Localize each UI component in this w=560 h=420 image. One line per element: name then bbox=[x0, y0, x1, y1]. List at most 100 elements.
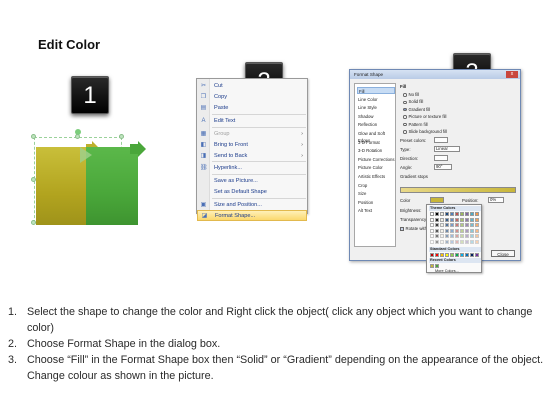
theme-color-swatch[interactable] bbox=[465, 239, 469, 244]
theme-color-swatch[interactable] bbox=[450, 212, 454, 216]
close-button[interactable]: Close bbox=[491, 250, 515, 257]
theme-color-swatch[interactable] bbox=[445, 234, 449, 238]
category-item-picture-corrections[interactable]: Picture Corrections bbox=[357, 156, 395, 163]
resize-handle[interactable] bbox=[119, 134, 124, 139]
theme-color-swatch[interactable] bbox=[455, 239, 459, 244]
theme-color-swatch[interactable] bbox=[445, 212, 449, 216]
theme-color-swatch[interactable] bbox=[430, 223, 434, 227]
category-item-crop[interactable]: Crop bbox=[357, 182, 395, 189]
theme-color-swatch[interactable] bbox=[440, 223, 444, 227]
theme-color-swatch[interactable] bbox=[455, 228, 459, 233]
theme-color-swatch[interactable] bbox=[470, 223, 474, 227]
theme-color-swatch[interactable] bbox=[450, 217, 454, 222]
theme-color-swatch[interactable] bbox=[475, 239, 479, 244]
category-item-fill[interactable]: Fill bbox=[357, 87, 395, 94]
category-item-glow-and-soft-edges[interactable]: Glow and Soft Edges bbox=[357, 130, 395, 143]
theme-color-swatch[interactable] bbox=[440, 239, 444, 244]
standard-color-swatch[interactable] bbox=[465, 253, 469, 257]
theme-color-swatch[interactable] bbox=[430, 239, 434, 244]
standard-color-swatch[interactable] bbox=[455, 253, 459, 257]
category-item-line-color[interactable]: Line Color bbox=[357, 96, 395, 103]
theme-color-swatch[interactable] bbox=[440, 234, 444, 238]
theme-color-swatch[interactable] bbox=[450, 234, 454, 238]
theme-color-swatch[interactable] bbox=[460, 228, 464, 233]
fill-option-gradient-fill[interactable]: Gradient fill bbox=[403, 106, 430, 113]
theme-color-swatch[interactable] bbox=[455, 217, 459, 222]
theme-color-swatch[interactable] bbox=[440, 228, 444, 233]
theme-color-swatch[interactable] bbox=[435, 212, 439, 216]
menu-item-edit-text[interactable]: A Edit Text bbox=[197, 116, 307, 127]
theme-color-swatch[interactable] bbox=[450, 228, 454, 233]
standard-color-swatch[interactable] bbox=[440, 253, 444, 257]
menu-item-group[interactable]: ▦ Group › bbox=[197, 129, 307, 140]
theme-color-swatch[interactable] bbox=[465, 228, 469, 233]
preset-colors-dropdown[interactable] bbox=[434, 137, 448, 143]
standard-color-swatch[interactable] bbox=[475, 253, 479, 257]
standard-color-swatch[interactable] bbox=[435, 253, 439, 257]
theme-color-swatch[interactable] bbox=[455, 223, 459, 227]
resize-handle[interactable] bbox=[31, 134, 36, 139]
theme-color-swatch[interactable] bbox=[430, 234, 434, 238]
direction-dropdown[interactable] bbox=[434, 155, 448, 161]
menu-item-cut[interactable]: ✂ Cut bbox=[197, 81, 307, 92]
close-icon[interactable]: x bbox=[506, 71, 518, 78]
recent-color-swatch[interactable] bbox=[430, 264, 434, 268]
theme-color-swatch[interactable] bbox=[475, 217, 479, 222]
standard-color-swatch[interactable] bbox=[445, 253, 449, 257]
theme-color-swatch[interactable] bbox=[465, 217, 469, 222]
gradient-stops-slider[interactable] bbox=[400, 187, 516, 193]
theme-color-swatch[interactable] bbox=[440, 212, 444, 216]
theme-color-swatch[interactable] bbox=[445, 223, 449, 227]
theme-color-swatch[interactable] bbox=[460, 234, 464, 238]
menu-item-send-to-back[interactable]: ◨ Send to Back › bbox=[197, 151, 307, 162]
fill-option-no-fill[interactable]: No fill bbox=[403, 91, 419, 98]
theme-color-swatch[interactable] bbox=[435, 228, 439, 233]
fill-option-picture-or-texture-fill[interactable]: Picture or texture fill bbox=[403, 113, 446, 120]
theme-color-swatch[interactable] bbox=[455, 234, 459, 238]
theme-color-swatch[interactable] bbox=[470, 228, 474, 233]
standard-color-swatch[interactable] bbox=[460, 253, 464, 257]
theme-color-swatch[interactable] bbox=[435, 239, 439, 244]
theme-color-swatch[interactable] bbox=[470, 217, 474, 222]
type-dropdown[interactable]: Linear bbox=[434, 146, 460, 152]
theme-color-swatch[interactable] bbox=[475, 223, 479, 227]
standard-color-swatch[interactable] bbox=[450, 253, 454, 257]
category-item-3-d-rotation[interactable]: 3-D Rotation bbox=[357, 147, 395, 154]
fill-option-slide-background-fill[interactable]: Slide background fill bbox=[403, 128, 447, 135]
theme-color-swatch[interactable] bbox=[465, 234, 469, 238]
theme-color-swatch[interactable] bbox=[475, 212, 479, 216]
theme-color-swatch[interactable] bbox=[440, 217, 444, 222]
category-item-alt-text[interactable]: Alt Text bbox=[357, 207, 395, 214]
theme-color-swatch[interactable] bbox=[430, 217, 434, 222]
more-colors-link[interactable]: More Colors... bbox=[435, 268, 459, 275]
category-item-shadow[interactable]: Shadow bbox=[357, 113, 395, 120]
theme-color-swatch[interactable] bbox=[430, 228, 434, 233]
category-item-line-style[interactable]: Line Style bbox=[357, 104, 395, 111]
menu-item-format-shape[interactable]: ◪ Format Shape... bbox=[197, 210, 307, 221]
green-arrow-head-shape[interactable] bbox=[130, 141, 146, 157]
theme-color-swatch[interactable] bbox=[450, 223, 454, 227]
category-item-reflection[interactable]: Reflection bbox=[357, 121, 395, 128]
theme-color-swatch[interactable] bbox=[465, 223, 469, 227]
category-item-artistic-effects[interactable]: Artistic Effects bbox=[357, 173, 395, 180]
theme-color-swatch[interactable] bbox=[460, 217, 464, 222]
theme-color-swatch[interactable] bbox=[460, 223, 464, 227]
category-item-position[interactable]: Position bbox=[357, 199, 395, 206]
theme-color-swatch[interactable] bbox=[465, 212, 469, 216]
fill-option-solid-fill[interactable]: Solid fill bbox=[403, 98, 423, 105]
theme-color-swatch[interactable] bbox=[460, 212, 464, 216]
category-item-picture-color[interactable]: Picture Color bbox=[357, 164, 395, 171]
standard-color-swatch[interactable] bbox=[470, 253, 474, 257]
menu-item-copy[interactable]: ❐ Copy bbox=[197, 92, 307, 103]
theme-color-swatch[interactable] bbox=[455, 212, 459, 216]
theme-color-swatch[interactable] bbox=[470, 239, 474, 244]
menu-item-save-as-picture[interactable]: Save as Picture... bbox=[197, 176, 307, 187]
menu-item-paste[interactable]: ▤ Paste bbox=[197, 103, 307, 114]
theme-color-swatch[interactable] bbox=[435, 234, 439, 238]
theme-color-swatch[interactable] bbox=[475, 228, 479, 233]
standard-color-swatch[interactable] bbox=[430, 253, 434, 257]
position-input[interactable]: 0% bbox=[488, 197, 504, 203]
resize-handle[interactable] bbox=[75, 134, 80, 139]
category-item-size[interactable]: Size bbox=[357, 190, 395, 197]
theme-color-swatch[interactable] bbox=[450, 239, 454, 244]
